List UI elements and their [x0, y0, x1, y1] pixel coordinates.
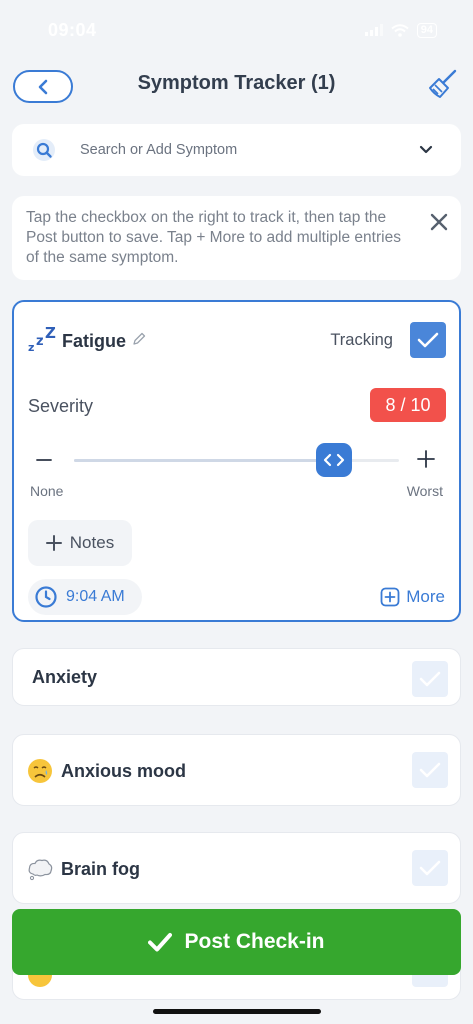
status-icons: 94 — [364, 22, 437, 38]
symptom-name[interactable]: Fatigue — [62, 331, 126, 352]
symptom-name: Brain fog — [61, 859, 140, 879]
symptom-name: Anxiety — [32, 667, 98, 687]
plus-icon — [45, 535, 62, 551]
minus-icon[interactable] — [36, 452, 52, 468]
thought-cloud-icon — [28, 859, 53, 881]
battery-indicator: 94 — [416, 22, 437, 38]
time-selector[interactable]: 9:04 AM — [28, 579, 142, 615]
svg-text:z: z — [28, 341, 34, 354]
signal-icon — [364, 24, 383, 36]
tracking-label: Tracking — [330, 331, 393, 349]
checkmark-icon — [417, 332, 439, 348]
symptom-checkbox[interactable] — [412, 661, 448, 697]
status-time: 09:04 — [48, 19, 97, 40]
header: Symptom Tracker (1) — [0, 64, 473, 108]
tip-text: Tap the checkbox on the right to track i… — [26, 209, 401, 266]
checkmark-icon — [419, 671, 441, 687]
slider-thumb[interactable] — [316, 443, 352, 477]
symptom-card-brain-fog[interactable]: Brain fog — [12, 832, 461, 904]
tip-box: Tap the checkbox on the right to track i… — [12, 196, 461, 280]
plus-square-icon — [380, 587, 400, 607]
severity-slider[interactable] — [74, 443, 399, 477]
notes-label: Notes — [69, 533, 115, 552]
post-check-in-button[interactable]: Post Check-in — [12, 909, 461, 975]
clock-icon — [35, 586, 57, 608]
post-label: Post Check-in — [184, 930, 325, 953]
svg-text:Z: Z — [45, 324, 56, 342]
anxious-face-icon — [28, 759, 52, 783]
page-title: Symptom Tracker (1) — [137, 72, 336, 94]
symptom-card-fatigue: z z Z Fatigue Tracking Severity 8 / 10 N… — [12, 300, 461, 622]
symptom-checkbox[interactable] — [412, 850, 448, 886]
time-value: 9:04 AM — [66, 588, 125, 605]
close-icon[interactable] — [429, 212, 449, 232]
drag-handle-icon — [323, 453, 345, 467]
checkmark-icon — [419, 860, 441, 876]
zzz-icon: z z Z — [28, 324, 56, 354]
pencil-icon[interactable] — [131, 331, 147, 347]
notes-button[interactable]: Notes — [28, 520, 132, 566]
chevron-down-icon[interactable] — [419, 145, 433, 155]
status-bar: 09:04 94 — [0, 0, 473, 60]
severity-label: Severity — [28, 396, 94, 416]
search-input[interactable]: Search or Add Symptom — [80, 142, 419, 158]
scale-max-label: Worst — [406, 483, 443, 499]
symptom-card-anxious-mood[interactable]: Anxious mood — [12, 734, 461, 806]
svg-text:z: z — [36, 334, 44, 349]
checkmark-icon — [419, 762, 441, 778]
slider-fill — [74, 459, 334, 462]
add-more-button[interactable]: More — [380, 587, 445, 607]
search-icon — [33, 139, 55, 161]
symptom-checkbox[interactable] — [412, 752, 448, 788]
plus-icon[interactable] — [417, 450, 435, 468]
tracking-checkbox[interactable] — [410, 322, 446, 358]
symptom-card-anxiety[interactable]: Anxiety — [12, 648, 461, 706]
symptom-name: Anxious mood — [61, 761, 186, 781]
checkmark-icon — [148, 933, 173, 952]
more-label: More — [406, 587, 445, 606]
scale-min-label: None — [30, 483, 64, 499]
severity-badge: 8 / 10 — [370, 388, 446, 422]
search-bar[interactable]: Search or Add Symptom — [12, 124, 461, 176]
clear-button[interactable] — [425, 68, 459, 102]
home-indicator[interactable] — [153, 1009, 321, 1014]
wifi-icon — [391, 23, 409, 37]
broom-icon — [429, 69, 457, 98]
